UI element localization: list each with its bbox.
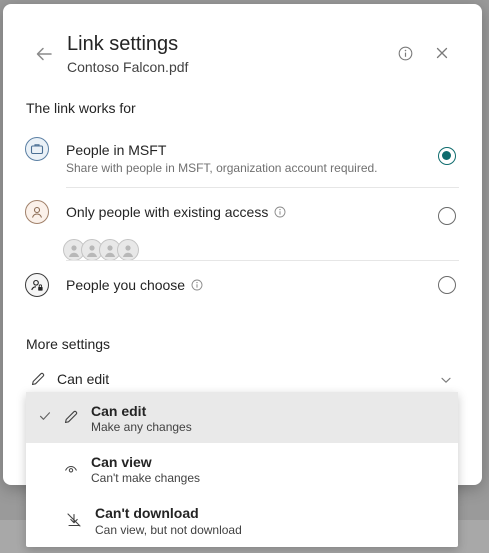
no-download-icon [65,511,83,529]
option-existing-access[interactable]: Only people with existing access [25,200,459,261]
person-icon [25,200,49,224]
file-name: Contoso Falcon.pdf [67,59,189,75]
menu-item-title: Can't download [95,505,199,521]
permission-dropdown[interactable]: Can edit [29,368,459,390]
arrow-left-icon [36,47,52,61]
close-button[interactable] [433,44,451,62]
person-icon [123,245,133,257]
menu-item-can-edit[interactable]: Can edit Make any changes [26,392,458,443]
divider [66,260,459,261]
checkmark-icon [38,409,52,423]
avatar [117,239,139,261]
permission-menu: Can edit Make any changes Can view Can't… [26,392,458,547]
menu-item-description: Can't make changes [91,471,201,485]
option-title: People in MSFT [66,142,167,158]
chevron-down-icon [439,373,453,387]
radio-existing-access[interactable] [438,207,456,225]
info-icon [398,46,412,60]
eye-icon [63,461,79,477]
info-icon[interactable] [274,206,286,218]
pencil-icon [62,408,80,426]
person-icon [105,245,115,257]
close-icon [436,47,448,59]
more-settings-label: More settings [26,336,111,352]
divider [66,187,459,188]
menu-item-description: Can view, but not download [95,523,242,537]
existing-access-avatars [63,239,139,261]
person-lock-icon [25,273,49,297]
menu-item-title: Can view [91,454,152,470]
link-works-for-label: The link works for [26,100,136,116]
option-title: People you choose [66,277,203,293]
radio-people-you-choose[interactable] [438,276,456,294]
option-people-you-choose[interactable]: People you choose [25,273,459,301]
option-title: Only people with existing access [66,204,286,220]
back-button[interactable] [33,43,55,65]
person-icon [69,245,79,257]
permission-value: Can edit [57,371,110,387]
briefcase-icon [25,137,49,161]
info-button[interactable] [396,44,414,62]
info-icon[interactable] [191,279,203,291]
option-description: Share with people in MSFT, organization … [66,161,378,175]
person-icon [87,245,97,257]
option-people-in-org[interactable]: People in MSFT Share with people in MSFT… [25,137,459,185]
menu-item-can-view[interactable]: Can view Can't make changes [26,443,458,494]
menu-item-description: Make any changes [91,420,192,434]
menu-item-cant-download[interactable]: Can't download Can view, but not downloa… [26,494,458,547]
radio-people-in-org[interactable] [438,147,456,165]
pencil-icon [29,370,47,388]
dialog-title: Link settings [67,33,179,55]
menu-item-title: Can edit [91,403,147,419]
